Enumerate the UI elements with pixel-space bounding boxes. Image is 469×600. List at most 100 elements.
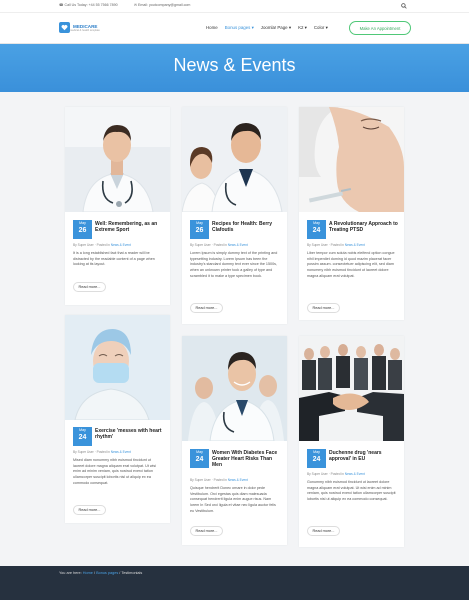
date-badge: May 24	[307, 220, 326, 239]
logo-heart-icon	[59, 22, 70, 33]
read-more-button[interactable]: Read more...	[190, 303, 223, 313]
date-day: 26	[78, 227, 87, 234]
news-image-doctor-stethoscope[interactable]	[65, 107, 170, 212]
phone-text: Call Us Today: +44 55 7566 7890	[64, 3, 118, 7]
news-image-doctor-team[interactable]	[182, 336, 287, 441]
main-nav: Home Bonus pages ▾ Joomla! Page ▾ K2 ▾ C…	[206, 25, 335, 31]
meta-author: By Super User	[190, 478, 211, 482]
meta-author: By Super User	[73, 450, 94, 454]
meta-posted-in: Posted in	[330, 472, 344, 476]
news-card: May 24 Women With Diabetes Face Greater …	[182, 336, 287, 545]
top-info-bar: ☎ Call Us Today: +44 55 7566 7890 ✉ Emai…	[0, 0, 469, 13]
site-footer: You are here: Home / Bonus pages / Testi…	[0, 566, 469, 600]
meta-posted-in: Posted in	[213, 478, 227, 482]
date-day: 24	[78, 434, 87, 441]
card-title[interactable]: Recipes for Health: Berry Clafoutis	[212, 221, 282, 233]
card-excerpt: Mised diam nonummy nibh euismod tincidun…	[73, 458, 157, 485]
meta-author: By Super User	[307, 472, 328, 476]
card-meta: By Super User · Posted in News & Event	[307, 243, 365, 247]
card-excerpt: Quisque hendrerit Donec ornare in dolor …	[190, 486, 276, 513]
meta-category-link[interactable]: News & Event	[111, 450, 131, 454]
breadcrumb-separator: /	[93, 571, 95, 575]
search-icon[interactable]	[401, 3, 407, 9]
date-month: May	[79, 221, 86, 225]
date-badge: May 26	[73, 220, 92, 239]
breadcrumb-bonus-pages[interactable]: Bonus pages	[96, 571, 118, 575]
email-icon: ✉	[134, 3, 138, 7]
logo-tagline: medical & health template	[70, 28, 100, 32]
date-month: May	[313, 221, 320, 225]
news-image-handshake-team[interactable]	[299, 336, 404, 441]
read-more-button[interactable]: Read more...	[307, 526, 340, 536]
meta-posted-in: Posted in	[96, 450, 110, 454]
breadcrumb-current: Testimonials	[121, 571, 143, 575]
date-day: 24	[312, 227, 321, 234]
meta-category-link[interactable]: News & Event	[228, 478, 248, 482]
phone-info: ☎ Call Us Today: +44 55 7566 7890	[59, 3, 118, 7]
meta-category-link[interactable]: News & Event	[345, 472, 365, 476]
card-excerpt: Liber tempor cum soluta nobis eleifend o…	[307, 251, 395, 278]
nav-bonus-pages[interactable]: Bonus pages ▾	[225, 25, 254, 31]
meta-posted-in: Posted in	[330, 243, 344, 247]
nav-home[interactable]: Home	[206, 25, 218, 31]
date-month: May	[313, 450, 320, 454]
breadcrumb-home[interactable]: Home	[83, 571, 93, 575]
read-more-button[interactable]: Read more...	[190, 526, 223, 536]
news-card: May 26 Recipes for Health: Berry Clafout…	[182, 107, 287, 324]
card-meta: By Super User · Posted in News & Event	[307, 472, 365, 476]
date-badge: May 24	[307, 449, 326, 468]
news-card: May 24 Exercise 'messes with heart rhyth…	[65, 315, 170, 523]
read-more-button[interactable]: Read more...	[307, 303, 340, 313]
phone-icon: ☎	[59, 3, 64, 7]
news-image-face-injection[interactable]	[299, 107, 404, 212]
meta-category-link[interactable]: News & Event	[111, 243, 131, 247]
news-card: May 26 Well: Remembering, as an Extreme …	[65, 107, 170, 305]
date-badge: May 26	[190, 220, 209, 239]
site-logo[interactable]: MEDICARE medical & health template	[59, 22, 100, 33]
news-image-two-doctors[interactable]	[182, 107, 287, 212]
make-appointment-button[interactable]: Make An Appointment	[349, 21, 411, 35]
email-info[interactable]: ✉ Email: youtcompany@gmail.com	[134, 3, 190, 7]
date-day: 26	[195, 227, 204, 234]
breadcrumb: You are here: Home / Bonus pages / Testi…	[59, 571, 142, 575]
date-badge: May 24	[190, 449, 209, 468]
date-month: May	[79, 428, 86, 432]
meta-posted-in: Posted in	[96, 243, 110, 247]
card-title[interactable]: Exercise 'messes with heart rhythm'	[95, 428, 165, 440]
meta-category-link[interactable]: News & Event	[345, 243, 365, 247]
nav-joomla-page[interactable]: Joomla! Page ▾	[261, 25, 291, 31]
read-more-button[interactable]: Read more...	[73, 282, 106, 292]
card-meta: By Super User · Posted in News & Event	[73, 450, 131, 454]
date-month: May	[196, 450, 203, 454]
meta-author: By Super User	[73, 243, 94, 247]
breadcrumb-prefix: You are here:	[59, 571, 82, 575]
nav-k2[interactable]: K2 ▾	[298, 25, 307, 31]
nav-color[interactable]: Color ▾	[314, 25, 328, 31]
site-header: MEDICARE medical & health template Home …	[0, 13, 469, 44]
meta-category-link[interactable]: News & Event	[228, 243, 248, 247]
meta-author: By Super User	[190, 243, 211, 247]
meta-posted-in: Posted in	[213, 243, 227, 247]
card-excerpt: Lorem Ipsum is simply dummy text of the …	[190, 251, 278, 278]
card-meta: By Super User · Posted in News & Event	[73, 243, 131, 247]
card-excerpt: Gonummy nibh euismod tincidunt ut laoree…	[307, 480, 396, 502]
date-day: 24	[312, 456, 321, 463]
date-month: May	[196, 221, 203, 225]
date-day: 24	[195, 456, 204, 463]
news-image-surgeon-mask[interactable]	[65, 315, 170, 420]
card-title[interactable]: Women With Diabetes Face Greater Heart R…	[212, 450, 282, 468]
card-title[interactable]: Well: Remembering, as an Extreme Sport	[95, 221, 165, 233]
meta-author: By Super User	[307, 243, 328, 247]
logo-name: MEDICARE	[73, 23, 98, 29]
news-card: May 24 A Revolutionary Approach to Treat…	[299, 107, 404, 320]
page-banner: News & Events	[0, 44, 469, 92]
card-excerpt: It is a long established fact that a rea…	[73, 251, 155, 267]
news-card: May 24 Duchenne drug 'nears approval' in…	[299, 336, 404, 547]
read-more-button[interactable]: Read more...	[73, 505, 106, 515]
card-meta: By Super User · Posted in News & Event	[190, 243, 248, 247]
email-text[interactable]: Email: youtcompany@gmail.com	[138, 3, 190, 7]
card-title[interactable]: A Revolutionary Approach to Treating PTS…	[329, 221, 399, 233]
card-title[interactable]: Duchenne drug 'nears approval' in EU	[329, 450, 399, 462]
date-badge: May 24	[73, 427, 92, 446]
card-meta: By Super User · Posted in News & Event	[190, 478, 248, 482]
